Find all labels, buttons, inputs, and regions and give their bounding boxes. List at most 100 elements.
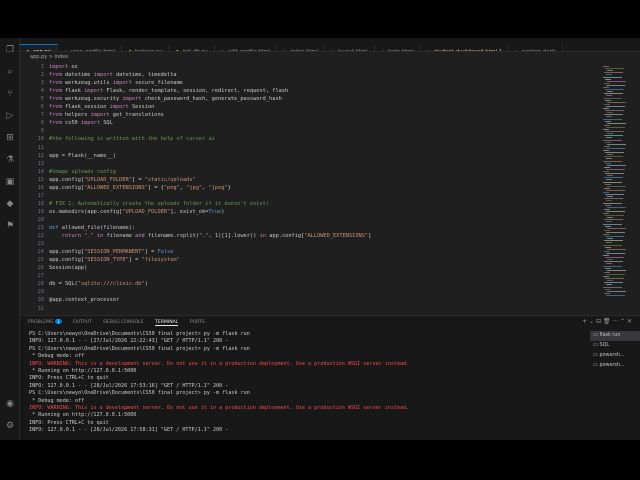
code-line[interactable]: app.config["SESSION_TYPE"] = "filesystem… (49, 257, 180, 263)
terminal-icon: ▭ (593, 363, 598, 368)
tab-output[interactable]: OUTPUT (73, 320, 92, 325)
terminal-output[interactable]: PS C:\Users\newyo\OneDrive\Documents\CS5… (29, 331, 589, 434)
file-type-icon: ◇ (63, 49, 68, 52)
line-number: 17 (37, 192, 44, 199)
editor-tab[interactable]: ◆ init_db.py (169, 45, 215, 52)
code-line[interactable]: #the following is written with the help … (49, 136, 215, 142)
terminal-instance[interactable]: ▭ flask run (590, 331, 640, 341)
code-line[interactable]: import os (49, 64, 78, 70)
minimap-line (603, 66, 609, 67)
breadcrumb[interactable]: app.py > index (20, 52, 600, 62)
terminal-line: INFO: WARNING: This is a development ser… (29, 360, 410, 367)
code-line[interactable]: app.config["ALLOWED_EXTENSIONS"] = {"png… (49, 185, 231, 191)
file-type-icon: ◇ (426, 49, 431, 52)
code-line[interactable]: from flask import Flask, render_template… (49, 88, 288, 94)
line-number: 18 (37, 200, 44, 207)
minimap-line (607, 259, 613, 261)
extensions-icon[interactable]: ⊞ (4, 132, 16, 144)
remote-icon[interactable]: ▣ (4, 176, 16, 188)
line-number: 23 (37, 241, 44, 248)
account-icon[interactable]: ◉ (4, 398, 16, 410)
minimap-line (605, 78, 611, 80)
code-line[interactable]: Session(app) (49, 265, 87, 271)
minimap-line (603, 76, 622, 78)
run-debug-icon[interactable]: ▷ (4, 110, 16, 122)
editor-tab[interactable]: ◆ helpers.py (122, 45, 170, 51)
minimap-line (603, 192, 609, 193)
minimap-line (605, 110, 624, 112)
code-line[interactable]: app = Flask(__name__) (49, 153, 116, 159)
editor-tab[interactable]: ◇ view_profile.html (58, 45, 123, 52)
settings-gear-icon[interactable]: ⚙ (4, 420, 16, 432)
terminal-instance-label: SQL (599, 343, 610, 348)
code-line[interactable]: from werkzeug.utils import secure_filena… (49, 80, 183, 86)
code-line[interactable]: app.config["SESSION_PERMANENT"] = False (49, 249, 173, 255)
code-line[interactable]: from datetime import datetime, timedelta (49, 72, 177, 78)
minimap-line (605, 215, 624, 217)
editor-tab[interactable]: ◇ index.html (277, 45, 325, 51)
editor-tab[interactable]: ◇ login.html (375, 45, 421, 51)
minimap-line (606, 74, 612, 76)
minimap-line (605, 225, 611, 227)
code-line[interactable]: #image uploads config (49, 169, 116, 175)
terminal-instance[interactable]: ▭ powersh... (590, 361, 640, 371)
terminal-line: PS C:\Users\newyo\OneDrive\Documents\CS5… (29, 331, 250, 337)
minimap-line (607, 164, 626, 166)
code-line[interactable]: os.makedirs(app.config["UPLOAD_FOLDER"],… (49, 209, 224, 215)
minimap-line (603, 244, 622, 246)
code-line[interactable]: db = SQL("sqlite:///clinic.db") (49, 281, 148, 287)
editor-tab[interactable]: ◇ patient_dash (509, 45, 563, 51)
minimap-line (605, 257, 624, 259)
code-line[interactable]: app.config["UPLOAD_FOLDER"] = "static/up… (49, 177, 196, 183)
minimap-line (606, 231, 625, 233)
tab-problems[interactable]: PROBLEMS 1 (28, 319, 62, 325)
line-number: 9 (40, 128, 44, 135)
code-line[interactable]: from werkzeug.security import check_pass… (49, 96, 282, 102)
code-line[interactable]: # FIX 1: Automatically create the upload… (49, 201, 269, 207)
code-line[interactable]: @app.context_processor (49, 297, 119, 303)
code-line[interactable]: from cs50 import SQL (49, 120, 113, 126)
minimap-line (606, 273, 625, 275)
line-number: 2 (40, 72, 44, 79)
editor-tab[interactable]: ◇ layout.html (325, 45, 375, 51)
python-icon[interactable]: ◆ (4, 198, 16, 210)
minimap-line (605, 246, 611, 248)
testing-icon[interactable]: ⚗ (4, 154, 16, 166)
minimap-line (606, 189, 625, 191)
minimap-line (603, 223, 622, 225)
minimap-line (603, 129, 609, 130)
code-line[interactable]: return "." in filename and filename.rspl… (49, 233, 372, 239)
editor-tab[interactable]: ◇ edit_profile.html (215, 45, 278, 51)
editor-tab[interactable]: ◇ student_dashboard.html 1 (421, 45, 509, 52)
code-line[interactable]: from flask_session import Session (49, 104, 154, 110)
editor-tab[interactable]: ◆ app.py (20, 44, 58, 51)
minimap-line (607, 269, 626, 271)
minimap-line (603, 87, 609, 88)
minimap-line (607, 91, 613, 93)
tab-ports[interactable]: PORTS (190, 320, 205, 325)
line-number: 21 (37, 225, 44, 231)
file-type-icon: ◆ (175, 49, 180, 52)
minimap-line (603, 108, 609, 109)
minimap-line (605, 183, 611, 185)
terminal-instance[interactable]: ▭ powersh... (590, 351, 640, 361)
terminal-toolbar[interactable]: + ⌄ ⊟ 🗑 ··· ⌃ ✕ (582, 318, 632, 325)
code-line[interactable]: from helpers import get_translations (49, 112, 164, 118)
tab-terminal[interactable]: TERMINAL (155, 320, 179, 326)
search-icon[interactable]: ⌕ (4, 66, 16, 78)
minimap-line (607, 248, 626, 250)
code-line[interactable]: def allowed_file(filename): (49, 225, 135, 231)
minimap[interactable] (600, 62, 640, 312)
line-number: 4 (40, 88, 44, 95)
source-control-icon[interactable]: ⑂ (4, 88, 16, 100)
minimap-line (604, 124, 610, 126)
terminal-line: INFO: 127.0.0.1 - - [27/Jul/2026 22:22:4… (29, 338, 229, 345)
line-number: 28 (37, 281, 44, 288)
code-editor[interactable]: 1 import os 2 from datetime import datetime… (20, 62, 600, 312)
terminal-line: INFO: 127.0.0.1 - - [28/Jul/2026 17:58:3… (29, 427, 229, 434)
minimap-line (604, 271, 610, 273)
explorer-icon[interactable]: ❐ (4, 44, 16, 56)
tab-debug-console[interactable]: DEBUG CONSOLE (103, 320, 143, 325)
terminal-instance[interactable]: ▭ SQL (590, 341, 640, 351)
wsl-icon[interactable]: ⚑ (4, 220, 16, 232)
